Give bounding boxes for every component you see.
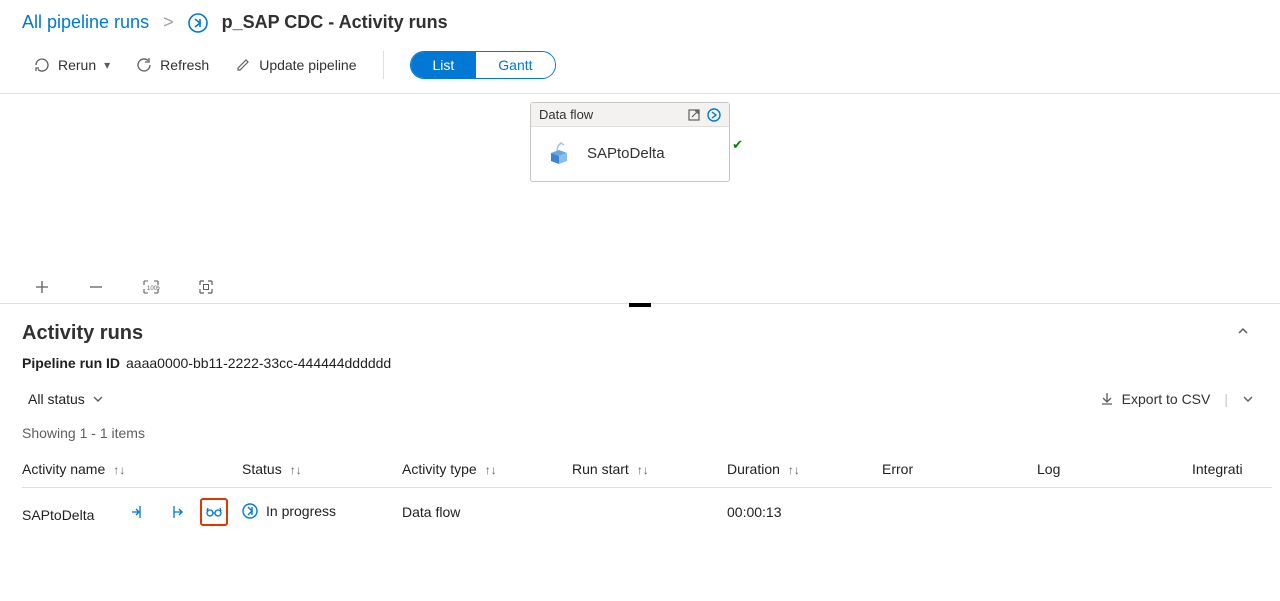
col-header-activity-type[interactable]: Activity type↑↓ (402, 451, 572, 488)
refresh-button[interactable]: Refresh (136, 57, 209, 73)
view-toggle-gantt[interactable]: Gantt (476, 52, 554, 78)
open-external-icon[interactable] (687, 108, 701, 122)
col-header-activity-name[interactable]: Activity name↑↓ (22, 451, 242, 488)
rerun-button[interactable]: Rerun ▾ (34, 57, 110, 73)
checkmark-icon: ✔ (732, 137, 743, 153)
chevron-down-icon (1242, 393, 1254, 405)
refresh-icon (136, 57, 152, 73)
row-input-icon[interactable] (124, 498, 152, 526)
table-row[interactable]: SAPtoDelta (22, 488, 1272, 537)
showing-items-text: Showing 1 - 1 items (22, 425, 1258, 441)
status-filter-label: All status (28, 391, 85, 407)
dataflow-block-title: Data flow (539, 107, 593, 122)
zoom-out-icon[interactable] (88, 279, 104, 295)
zoom-100-icon[interactable]: 100% (142, 279, 160, 295)
pipeline-run-id-row: Pipeline run ID aaaa0000-bb11-2222-33cc-… (22, 355, 1258, 371)
status-filter-dropdown[interactable]: All status (22, 387, 109, 411)
in-progress-icon (242, 503, 258, 519)
cell-status: In progress (242, 503, 336, 519)
pipeline-run-id-value: aaaa0000-bb11-2222-33cc-444444dddddd (126, 355, 391, 371)
col-header-run-start[interactable]: Run start↑↓ (572, 451, 727, 488)
row-glasses-icon[interactable] (200, 498, 228, 526)
chevron-down-icon: ▾ (104, 58, 110, 72)
view-toggle: List Gantt (410, 51, 556, 79)
breadcrumb-current: p_SAP CDC - Activity runs (222, 12, 448, 33)
cell-log (1037, 488, 1192, 537)
dataflow-block-name: SAPtoDelta (587, 145, 665, 162)
rerun-label: Rerun (58, 57, 96, 73)
toolbar-divider (383, 51, 384, 79)
col-header-log[interactable]: Log (1037, 451, 1192, 488)
dataflow-block-header: Data flow (531, 103, 729, 127)
cell-activity-type: Data flow (402, 488, 572, 537)
cell-activity-name: SAPtoDelta (22, 507, 94, 523)
dataflow-block-body: SAPtoDelta (531, 127, 729, 181)
pipeline-canvas[interactable]: Data flow (0, 94, 1280, 304)
dataflow-cube-icon (545, 139, 573, 167)
pipeline-icon (188, 13, 208, 33)
svg-text:100%: 100% (147, 286, 160, 292)
row-output-icon[interactable] (162, 498, 190, 526)
more-options-button[interactable] (1242, 393, 1254, 405)
cell-run-start (572, 488, 727, 537)
toolbar: Rerun ▾ Refresh Update pipeline List Gan… (0, 41, 1280, 94)
canvas-toolbar: 100% (34, 279, 214, 295)
col-header-integration[interactable]: Integrati (1192, 451, 1272, 488)
rerun-icon (34, 57, 50, 73)
cell-integration (1192, 488, 1272, 537)
dataflow-progress-icon[interactable] (707, 108, 721, 122)
edit-icon (235, 57, 251, 73)
pipeline-run-id-label: Pipeline run ID (22, 355, 120, 371)
chevron-down-icon (93, 394, 103, 404)
collapse-chevron-icon[interactable] (1236, 324, 1250, 338)
col-header-status[interactable]: Status↑↓ (242, 451, 402, 488)
cell-error (882, 488, 1037, 537)
dataflow-activity-block[interactable]: Data flow (530, 102, 730, 182)
col-header-duration[interactable]: Duration↑↓ (727, 451, 882, 488)
refresh-label: Refresh (160, 57, 209, 73)
activity-runs-table: Activity name↑↓ Status↑↓ Activity type↑↓… (22, 451, 1272, 536)
export-csv-label: Export to CSV (1122, 391, 1211, 407)
activity-runs-heading: Activity runs (22, 322, 1258, 345)
view-toggle-list[interactable]: List (411, 52, 477, 78)
filter-row: All status Export to CSV | (22, 387, 1258, 411)
update-pipeline-label: Update pipeline (259, 57, 356, 73)
export-csv-button[interactable]: Export to CSV (1100, 391, 1211, 407)
breadcrumb-separator: > (163, 12, 174, 33)
cell-duration: 00:00:13 (727, 488, 882, 537)
update-pipeline-button[interactable]: Update pipeline (235, 57, 356, 73)
activity-runs-section: Activity runs Pipeline run ID aaaa0000-b… (0, 304, 1280, 536)
col-header-error[interactable]: Error (882, 451, 1037, 488)
fit-screen-icon[interactable] (198, 279, 214, 295)
zoom-in-icon[interactable] (34, 279, 50, 295)
breadcrumb: All pipeline runs > p_SAP CDC - Activity… (0, 0, 1280, 41)
download-icon (1100, 392, 1114, 406)
breadcrumb-all-pipeline-runs[interactable]: All pipeline runs (22, 12, 149, 33)
